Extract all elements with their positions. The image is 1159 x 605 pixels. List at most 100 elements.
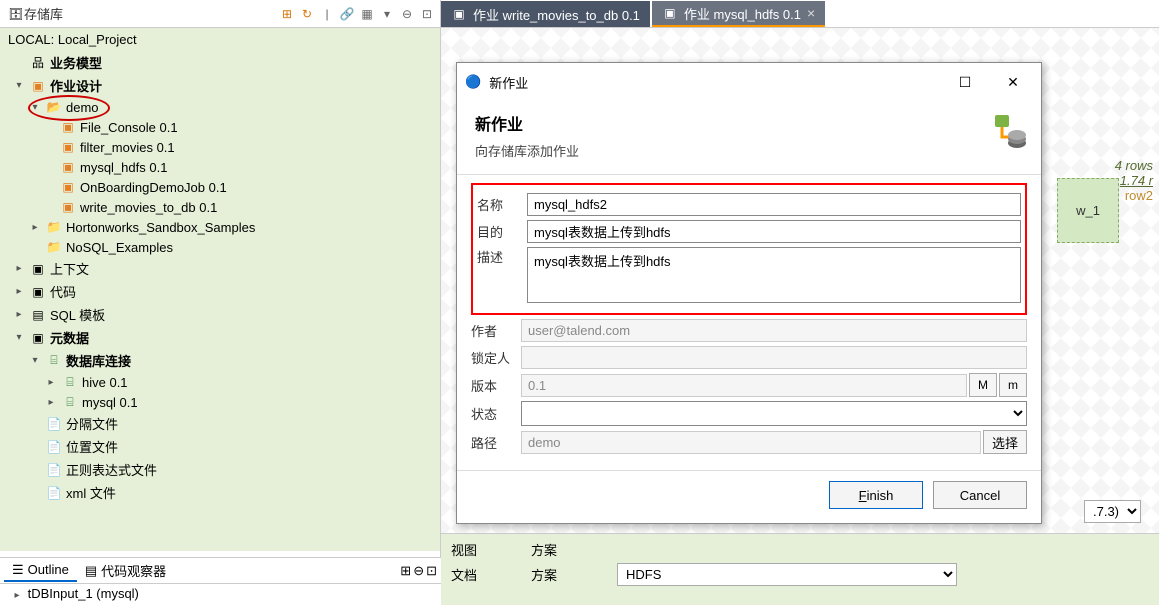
canvas-node[interactable]: w_1 — [1057, 178, 1119, 243]
separator-icon: | — [318, 5, 336, 23]
repository-tree[interactable]: 品业务模型 ▾▣作业设计 ▾📂demo ▣File_Console 0.1 ▣f… — [0, 51, 440, 551]
file-icon: 📄 — [46, 439, 62, 455]
chevron-down-icon[interactable]: ▾ — [28, 355, 42, 366]
file-icon: 📄 — [46, 485, 62, 501]
repository-toolbar: ⊞ ↻ | 🔗 ▦ ▾ ⊖ ⊡ — [278, 5, 436, 23]
tree-code[interactable]: ▸▣代码 — [0, 280, 440, 303]
input-path — [521, 431, 981, 454]
tab-outline[interactable]: ☰Outline — [4, 560, 77, 582]
outline-panel: ☰Outline ▤代码观察器 ⊞ ⊖ ⊡ ▸ tDBInput_1 (mysq… — [0, 557, 441, 605]
maximize-icon[interactable]: ⊡ — [418, 5, 436, 23]
tree-metadata[interactable]: ▾▣元数据 — [0, 326, 440, 349]
tree-sql-template[interactable]: ▸▤SQL 模板 — [0, 303, 440, 326]
link-icon[interactable]: 🔗 — [338, 5, 356, 23]
folder-icon: 📂 — [46, 99, 62, 115]
code-icon: ▤ — [85, 563, 97, 579]
db-icon: ⌸ — [62, 374, 78, 390]
version-minor-button[interactable]: m — [999, 373, 1027, 397]
tile-icon[interactable]: ⊞ — [400, 563, 411, 579]
tree-regex-file[interactable]: 📄正则表达式文件 — [0, 458, 440, 481]
job-icon: ▣ — [60, 119, 76, 135]
chevron-right-icon[interactable]: ▸ — [12, 263, 26, 274]
chevron-down-icon[interactable]: ▾ — [28, 102, 42, 113]
input-desc[interactable]: mysql表数据上传到hdfs — [527, 247, 1021, 303]
tree-job-file-console[interactable]: ▣File_Console 0.1 — [0, 117, 440, 137]
local-project-label: LOCAL: Local_Project — [0, 28, 440, 51]
tree-db-connection[interactable]: ▾⌸数据库连接 — [0, 349, 440, 372]
label-purpose: 目的 — [477, 222, 527, 241]
file-icon: 📄 — [46, 462, 62, 478]
version-select[interactable]: .7.3) — [1084, 500, 1141, 523]
tree-job-mysql-hdfs[interactable]: ▣mysql_hdfs 0.1 — [0, 157, 440, 177]
version-major-button[interactable]: M — [969, 373, 997, 397]
scheme-select[interactable]: HDFS — [617, 563, 957, 586]
tab-code-viewer[interactable]: ▤代码观察器 — [77, 559, 174, 582]
chevron-down-icon[interactable]: ▾ — [12, 80, 26, 91]
view-icon[interactable]: ▦ — [358, 5, 376, 23]
cancel-button[interactable]: Cancel — [933, 481, 1027, 509]
input-purpose[interactable] — [527, 220, 1021, 243]
tree-job-filter-movies[interactable]: ▣filter_movies 0.1 — [0, 137, 440, 157]
dialog-titlebar[interactable]: 🔵 新作业 ☐ ✕ — [457, 63, 1041, 101]
job-icon: ▣ — [662, 5, 678, 21]
tree-folder-nosql[interactable]: 📁NoSQL_Examples — [0, 237, 440, 257]
properties-panel: .7.3) 视图方案 文档方案 HDFS — [441, 533, 1159, 605]
chevron-right-icon[interactable]: ▸ — [44, 377, 58, 388]
label-version: 版本 — [471, 376, 521, 395]
label-author: 作者 — [471, 321, 521, 340]
editor-tab-write-movies[interactable]: ▣作业 write_movies_to_db 0.1 — [441, 1, 650, 27]
dialog-form: 名称 目的 描述mysql表数据上传到hdfs 作者 锁定人 版本 Mm 状态 路… — [457, 175, 1041, 462]
input-locker — [521, 346, 1027, 369]
chevron-right-icon[interactable]: ▸ — [28, 222, 42, 233]
refresh-icon[interactable]: ↻ — [298, 5, 316, 23]
label-path: 路径 — [471, 433, 521, 452]
tree-xml-file[interactable]: 📄xml 文件 — [0, 481, 440, 504]
finish-button[interactable]: Finish — [829, 481, 923, 509]
input-name[interactable] — [527, 193, 1021, 216]
outline-content: ▸ tDBInput_1 (mysql) — [0, 584, 441, 603]
outline-icon: ☰ — [12, 562, 24, 578]
select-status[interactable] — [521, 401, 1027, 426]
dialog-decoration-icon — [973, 113, 1027, 160]
tree-folder-hortonworks[interactable]: ▸📁Hortonworks_Sandbox_Samples — [0, 217, 440, 237]
tree-delimited-file[interactable]: 📄分隔文件 — [0, 412, 440, 435]
tree-job-onboarding[interactable]: ▣OnBoardingDemoJob 0.1 — [0, 177, 440, 197]
tree-db-mysql[interactable]: ▸⌸mysql 0.1 — [0, 392, 440, 412]
tree-business-model[interactable]: 品业务模型 — [0, 51, 440, 74]
label-status: 状态 — [471, 404, 521, 423]
required-fields-highlight: 名称 目的 描述mysql表数据上传到hdfs — [471, 183, 1027, 315]
filter-icon[interactable]: ⊞ — [278, 5, 296, 23]
tree-positional-file[interactable]: 📄位置文件 — [0, 435, 440, 458]
job-icon: ▣ — [60, 139, 76, 155]
tree-job-write-movies[interactable]: ▣write_movies_to_db 0.1 — [0, 197, 440, 217]
window-maximize-icon[interactable]: ☐ — [945, 69, 985, 95]
maximize-icon[interactable]: ⊡ — [426, 563, 437, 579]
editor-tab-mysql-hdfs[interactable]: ▣作业 mysql_hdfs 0.1× — [652, 1, 825, 27]
chevron-down-icon[interactable]: ▾ — [12, 332, 26, 343]
folder-icon: 📁 — [46, 239, 62, 255]
db-icon: ⌸ — [46, 353, 62, 369]
chevron-right-icon[interactable]: ▸ — [12, 309, 26, 320]
menu-icon[interactable]: ▾ — [378, 5, 396, 23]
job-icon: ▣ — [60, 159, 76, 175]
label-name: 名称 — [477, 195, 527, 214]
tree-folder-demo[interactable]: ▾📂demo — [0, 97, 440, 117]
label-desc: 描述 — [477, 247, 527, 266]
dialog-title: 新作业 — [475, 111, 1023, 135]
job-icon: ▣ — [451, 6, 467, 22]
chevron-right-icon[interactable]: ▸ — [10, 590, 24, 601]
minimize-icon[interactable]: ⊖ — [398, 5, 416, 23]
label-locker: 锁定人 — [471, 348, 521, 367]
editor-tabs: ▣作业 write_movies_to_db 0.1 ▣作业 mysql_hdf… — [441, 0, 1159, 28]
minimize-icon[interactable]: ⊖ — [413, 563, 424, 579]
tree-context[interactable]: ▸▣上下文 — [0, 257, 440, 280]
tree-job-designer[interactable]: ▾▣作业设计 — [0, 74, 440, 97]
chevron-right-icon[interactable]: ▸ — [44, 397, 58, 408]
input-version — [521, 374, 967, 397]
window-close-icon[interactable]: ✕ — [993, 69, 1033, 95]
chevron-right-icon[interactable]: ▸ — [12, 286, 26, 297]
close-icon[interactable]: × — [807, 5, 815, 21]
folder-icon: 📁 — [46, 219, 62, 235]
select-path-button[interactable]: 选择 — [983, 430, 1027, 454]
tree-db-hive[interactable]: ▸⌸hive 0.1 — [0, 372, 440, 392]
